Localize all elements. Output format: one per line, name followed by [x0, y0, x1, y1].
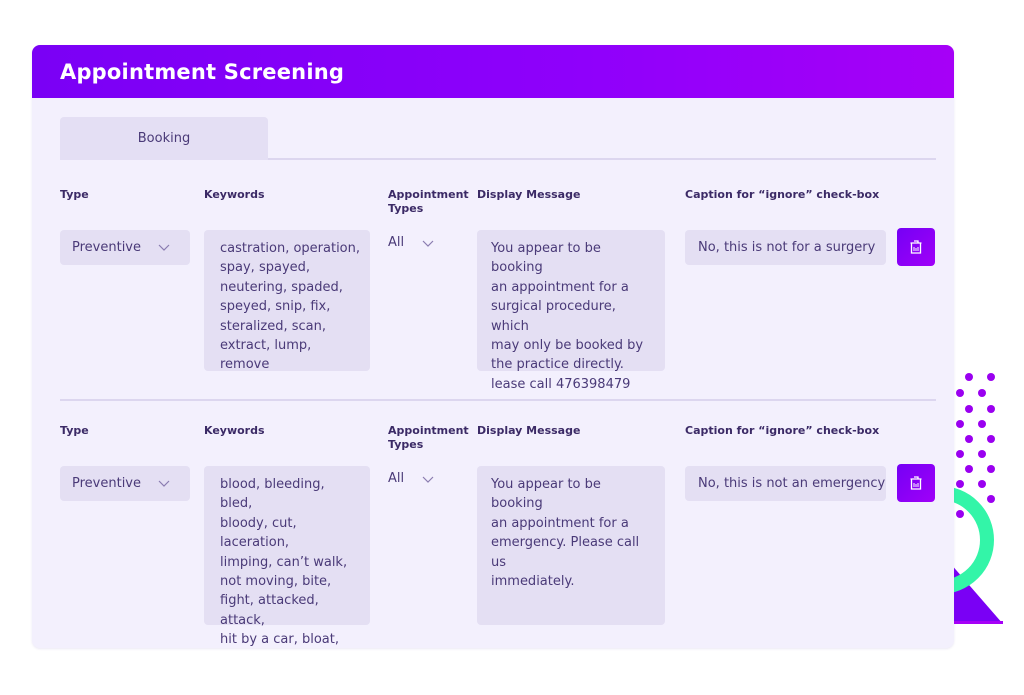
keywords-textarea[interactable]: castration, operation, spay, spayed, neu…: [204, 230, 370, 372]
display-message-textarea[interactable]: You appear to be booking an appointment …: [477, 466, 665, 625]
tab-bar: Booking: [60, 117, 936, 160]
appointment-types-column-label: Appointment Types: [388, 188, 469, 215]
type-select-value: Preventive: [72, 476, 141, 491]
chevron-down-icon: [158, 480, 170, 487]
appointment-screening-panel: Appointment Screening Booking Type Keywo…: [32, 45, 954, 648]
trash-icon: [910, 240, 922, 254]
panel-header: Appointment Screening: [32, 45, 954, 98]
appointment-types-select[interactable]: All: [388, 235, 438, 255]
display-message-column-label: Display Message: [477, 188, 581, 201]
ignore-caption-input[interactable]: No, this is not an emergency: [685, 466, 886, 501]
type-column-label: Type: [60, 188, 89, 201]
keywords-textarea[interactable]: blood, bleeding, bled, bloody, cut, lace…: [204, 466, 370, 647]
type-select[interactable]: Preventive: [60, 230, 190, 265]
type-select[interactable]: Preventive: [60, 466, 190, 501]
type-column-label: Type: [60, 424, 89, 437]
display-message-textarea[interactable]: You appear to be booking an appointment …: [477, 230, 665, 392]
caption-column-label: Caption for “ignore” check-box: [685, 188, 880, 201]
type-select-value: Preventive: [72, 240, 141, 255]
display-message-column-label: Display Message: [477, 424, 581, 437]
chevron-down-icon: [422, 240, 434, 247]
rule-divider: [60, 399, 936, 401]
ignore-caption-input[interactable]: No, this is not for a surgery: [685, 230, 886, 265]
chevron-down-icon: [422, 476, 434, 483]
caption-column-label: Caption for “ignore” check-box: [685, 424, 880, 437]
decorative-dots: [956, 373, 995, 518]
delete-rule-button[interactable]: [897, 228, 935, 266]
appointment-types-value: All: [388, 471, 405, 486]
keywords-column-label: Keywords: [204, 424, 265, 437]
appointment-types-column-label: Appointment Types: [388, 424, 469, 451]
delete-rule-button[interactable]: [897, 464, 935, 502]
page-title: Appointment Screening: [60, 59, 345, 84]
tab-booking[interactable]: Booking: [60, 117, 268, 160]
appointment-types-value: All: [388, 235, 405, 250]
trash-icon: [910, 476, 922, 490]
keywords-column-label: Keywords: [204, 188, 265, 201]
chevron-down-icon: [158, 244, 170, 251]
appointment-types-select[interactable]: All: [388, 471, 438, 491]
